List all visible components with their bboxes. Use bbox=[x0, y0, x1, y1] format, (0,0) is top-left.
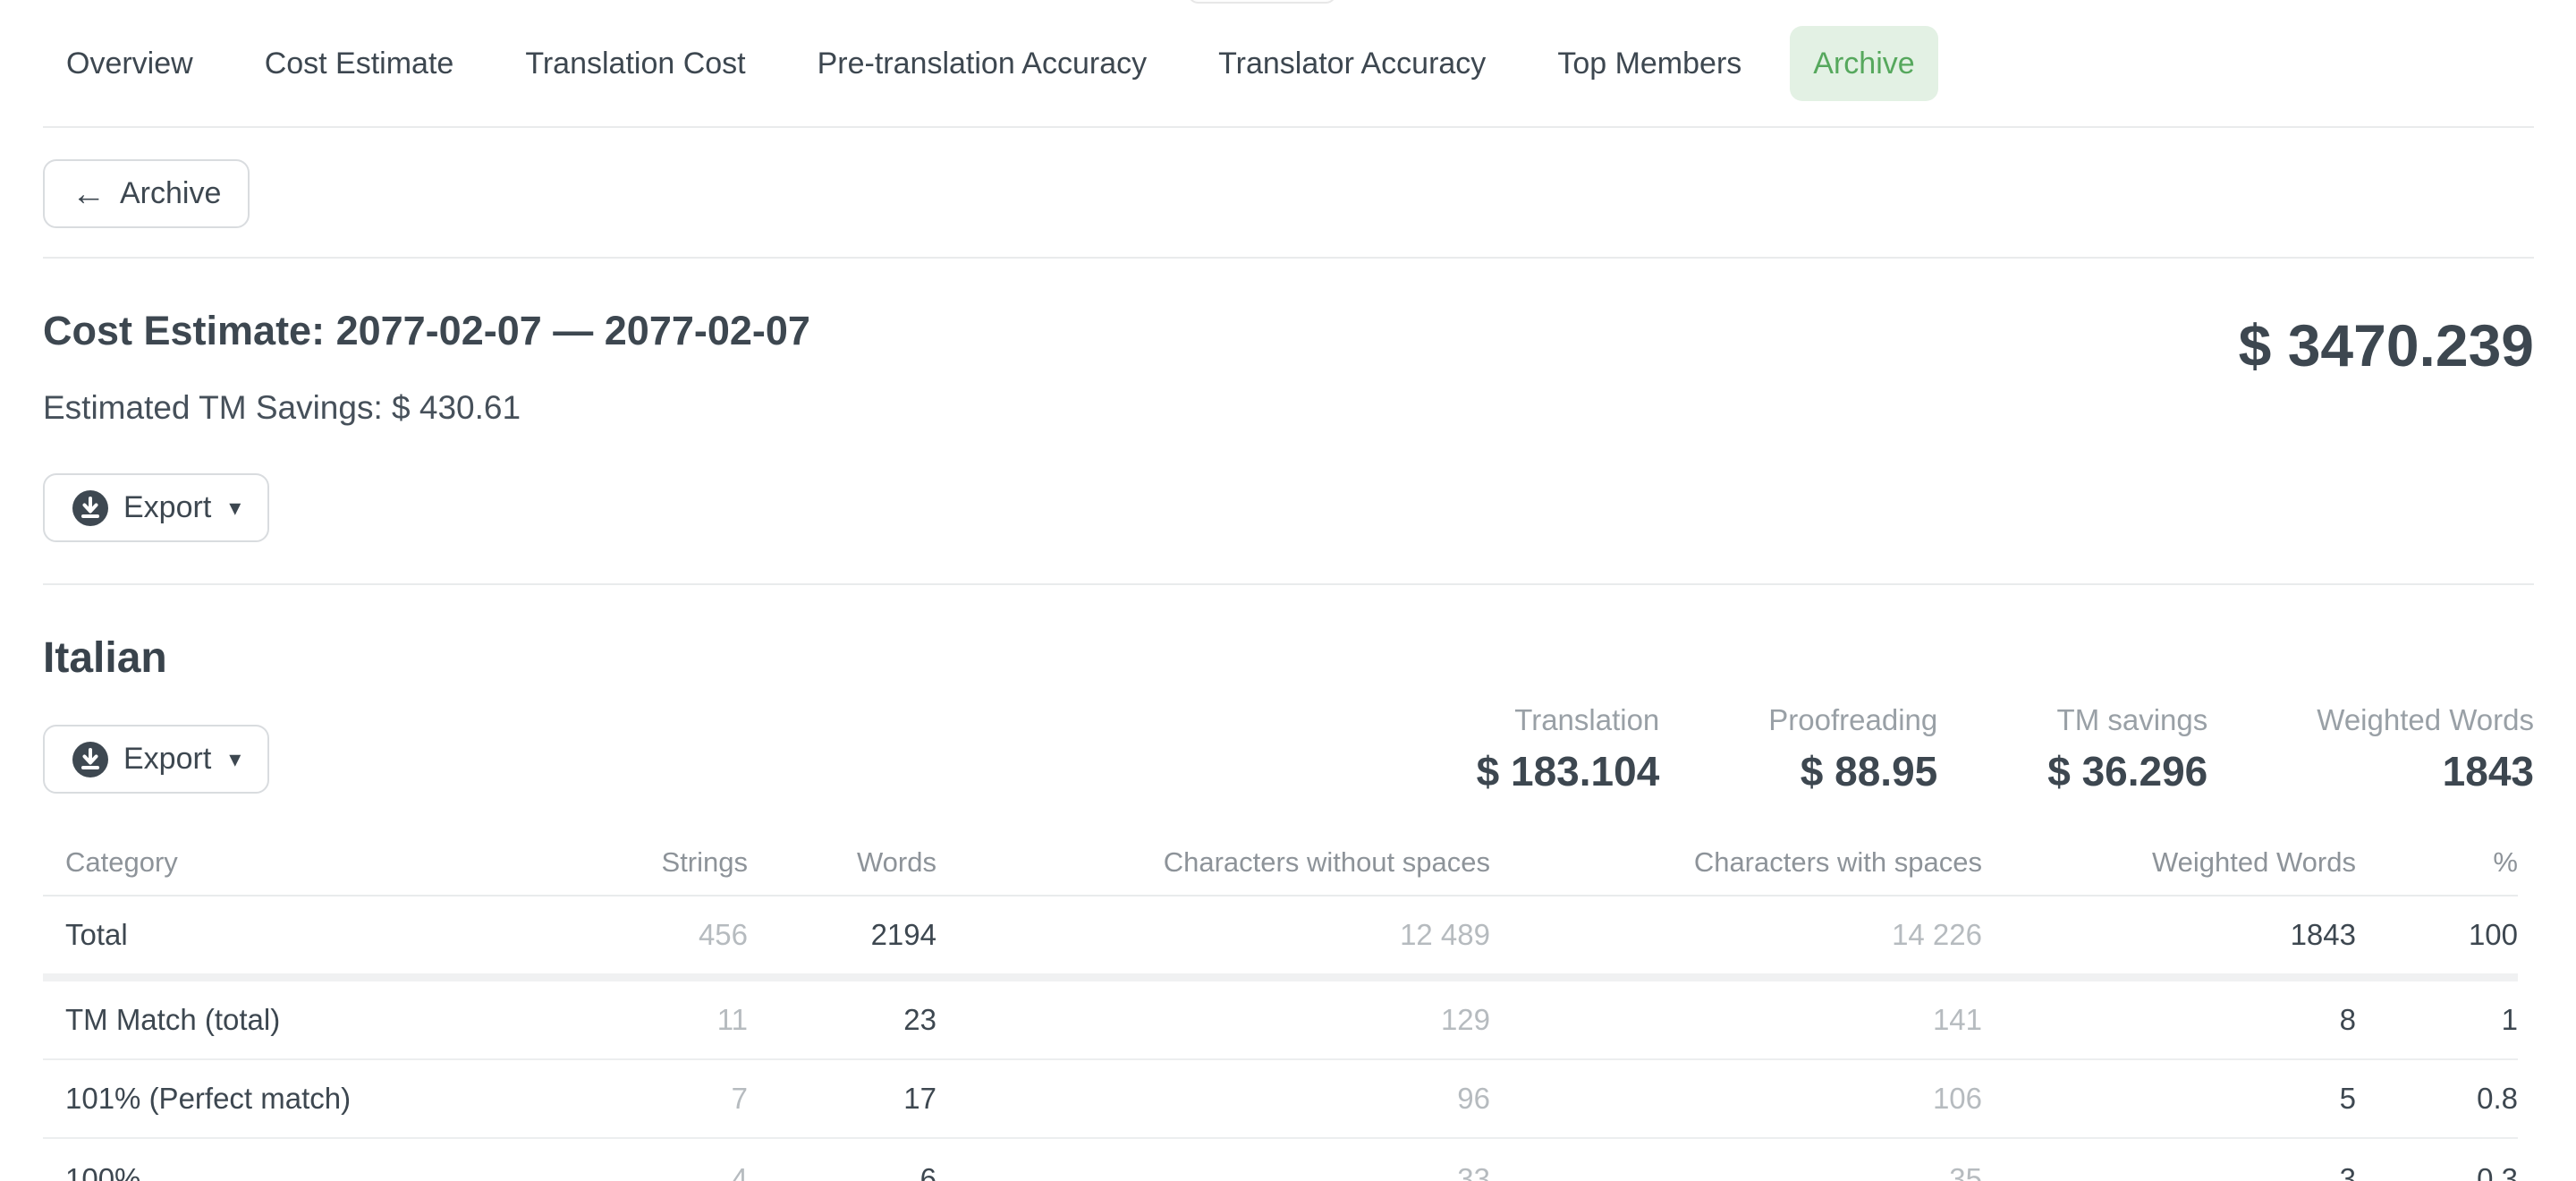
stat-value: $ 183.104 bbox=[1477, 746, 1660, 796]
cell-words: 6 bbox=[748, 1162, 936, 1181]
stat-proofreading: Proofreading $ 88.95 bbox=[1768, 701, 1937, 796]
export-row: Export ▾ bbox=[43, 473, 2534, 542]
cell-category: 100% bbox=[43, 1162, 605, 1181]
col-chars-without-spaces: Characters without spaces bbox=[936, 846, 1490, 879]
stat-label: Weighted Words bbox=[2317, 701, 2534, 739]
language-title: Italian bbox=[43, 633, 2534, 684]
category-table: Category Strings Words Characters withou… bbox=[43, 830, 2534, 1181]
report-tabs: Overview Cost Estimate Translation Cost … bbox=[43, 0, 2534, 128]
col-strings: Strings bbox=[605, 846, 748, 879]
tab-pre-translation-accuracy[interactable]: Pre-translation Accuracy bbox=[794, 26, 1171, 101]
cell-category: TM Match (total) bbox=[43, 1003, 605, 1037]
divider bbox=[43, 583, 2534, 585]
stat-tm-savings: TM savings $ 36.296 bbox=[2046, 701, 2207, 796]
cell-chars-without: 33 bbox=[936, 1162, 1490, 1181]
cell-weighted: 3 bbox=[1982, 1162, 2356, 1181]
stat-translation: Translation $ 183.104 bbox=[1477, 701, 1660, 796]
col-weighted-words: Weighted Words bbox=[1982, 846, 2356, 879]
cost-estimate-summary: Cost Estimate: 2077-02-07 — 2077-02-07 E… bbox=[43, 307, 2534, 429]
cell-strings: 11 bbox=[605, 1003, 748, 1037]
cell-strings: 456 bbox=[605, 918, 748, 952]
cell-chars-without: 12 489 bbox=[936, 918, 1490, 952]
cell-percent: 100 bbox=[2356, 918, 2518, 952]
tab-cost-estimate[interactable]: Cost Estimate bbox=[242, 26, 478, 101]
table-row-tm-match: TM Match (total) 11 23 129 141 8 1 bbox=[43, 981, 2518, 1058]
tab-translator-accuracy[interactable]: Translator Accuracy bbox=[1195, 26, 1509, 101]
report-archive-page: Overview Cost Estimate Translation Cost … bbox=[0, 0, 2576, 1181]
cell-percent: 0.3 bbox=[2356, 1162, 2518, 1181]
section-band bbox=[43, 973, 2518, 981]
cell-words: 17 bbox=[748, 1082, 936, 1116]
table-row-total: Total 456 2194 12 489 14 226 1843 100 bbox=[43, 896, 2518, 973]
back-to-archive-button[interactable]: ← Archive bbox=[43, 159, 250, 228]
tab-top-members[interactable]: Top Members bbox=[1534, 26, 1765, 101]
cell-category: Total bbox=[43, 918, 605, 952]
col-chars-with-spaces: Characters with spaces bbox=[1490, 846, 1982, 879]
stat-value: $ 88.95 bbox=[1768, 746, 1937, 796]
cell-percent: 0.8 bbox=[2356, 1082, 2518, 1116]
cell-weighted: 1843 bbox=[1982, 918, 2356, 952]
stat-value: 1843 bbox=[2317, 746, 2534, 796]
divider bbox=[43, 257, 2534, 259]
cell-chars-with: 141 bbox=[1490, 1003, 1982, 1037]
export-button-label: Export bbox=[123, 490, 211, 525]
cell-chars-without: 129 bbox=[936, 1003, 1490, 1037]
download-icon bbox=[72, 741, 109, 778]
cell-category: 101% (Perfect match) bbox=[43, 1082, 605, 1116]
cell-chars-without: 96 bbox=[936, 1082, 1490, 1116]
download-icon bbox=[72, 489, 109, 527]
language-export-wrap: Export ▾ bbox=[43, 725, 269, 794]
table-row-100: 100% 4 6 33 35 3 0.3 bbox=[43, 1139, 2518, 1181]
cell-strings: 4 bbox=[605, 1162, 748, 1181]
cell-words: 2194 bbox=[748, 918, 936, 952]
cell-strings: 7 bbox=[605, 1082, 748, 1116]
col-category: Category bbox=[43, 846, 605, 879]
tab-translation-cost[interactable]: Translation Cost bbox=[502, 26, 768, 101]
export-button[interactable]: Export ▾ bbox=[43, 473, 269, 542]
stat-value: $ 36.296 bbox=[2046, 746, 2207, 796]
stat-label: Proofreading bbox=[1768, 701, 1937, 739]
cell-chars-with: 14 226 bbox=[1490, 918, 1982, 952]
stat-label: TM savings bbox=[2046, 701, 2207, 739]
back-button-label: Archive bbox=[120, 176, 221, 211]
cell-percent: 1 bbox=[2356, 1003, 2518, 1037]
total-cost-value: $ 3470.239 bbox=[2239, 314, 2534, 377]
stat-label: Translation bbox=[1477, 701, 1660, 739]
arrow-left-icon: ← bbox=[72, 177, 106, 211]
export-button-label: Export bbox=[123, 742, 211, 777]
language-stats: Translation $ 183.104 Proofreading $ 88.… bbox=[1477, 701, 2534, 796]
table-row-101-perfect-match: 101% (Perfect match) 7 17 96 106 5 0.8 bbox=[43, 1060, 2518, 1137]
col-percent: % bbox=[2356, 846, 2518, 879]
table-header-row: Category Strings Words Characters withou… bbox=[43, 830, 2518, 896]
stat-weighted-words: Weighted Words 1843 bbox=[2317, 701, 2534, 796]
language-toolbar: Export ▾ Translation $ 183.104 Proofread… bbox=[43, 700, 2534, 796]
summary-left: Cost Estimate: 2077-02-07 — 2077-02-07 E… bbox=[43, 307, 810, 429]
language-export-button[interactable]: Export ▾ bbox=[43, 725, 269, 794]
back-row: ← Archive bbox=[43, 159, 2534, 228]
cell-chars-with: 35 bbox=[1490, 1162, 1982, 1181]
tab-archive[interactable]: Archive bbox=[1790, 26, 1937, 101]
cell-words: 23 bbox=[748, 1003, 936, 1037]
summary-title: Cost Estimate: 2077-02-07 — 2077-02-07 bbox=[43, 307, 810, 355]
tm-savings-text: Estimated TM Savings: $ 430.61 bbox=[43, 387, 810, 429]
cell-weighted: 5 bbox=[1982, 1082, 2356, 1116]
cell-chars-with: 106 bbox=[1490, 1082, 1982, 1116]
tab-overview[interactable]: Overview bbox=[43, 26, 216, 101]
cell-weighted: 8 bbox=[1982, 1003, 2356, 1037]
chevron-down-icon: ▾ bbox=[229, 494, 241, 522]
top-popover-fragment bbox=[1188, 0, 1336, 4]
col-words: Words bbox=[748, 846, 936, 879]
chevron-down-icon: ▾ bbox=[229, 745, 241, 773]
